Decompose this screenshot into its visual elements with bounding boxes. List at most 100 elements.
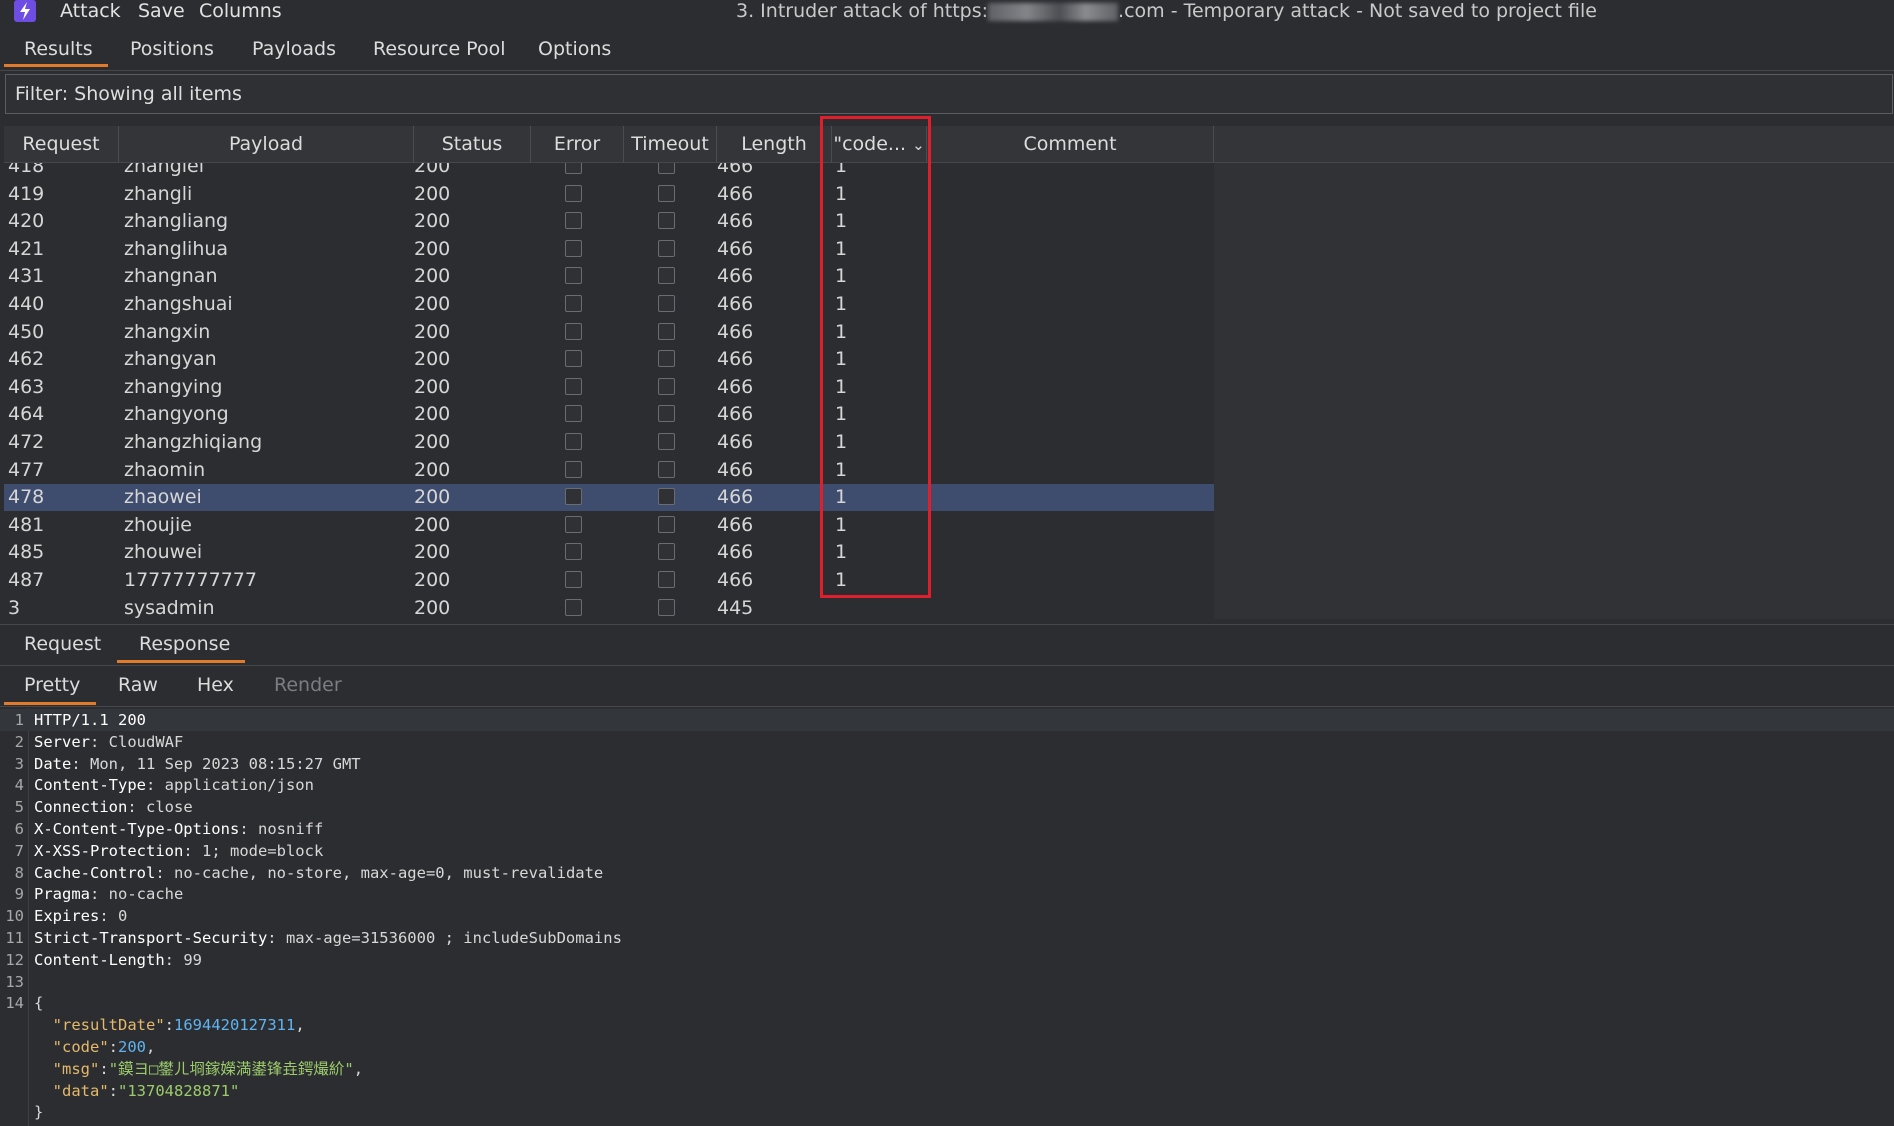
json-value: "13704828871" <box>118 1081 240 1100</box>
table-row[interactable]: 485 zhouwei 200 466 1 <box>4 539 1214 566</box>
timeout-checkbox <box>658 350 675 368</box>
cell-request: 431 <box>8 265 45 288</box>
header-colon: : <box>90 885 100 904</box>
timeout-checkbox <box>658 377 675 395</box>
cell-code: 1 <box>835 163 848 177</box>
line-content: X-Content-Type-Options: nosniff <box>34 818 323 840</box>
table-row[interactable]: 440 zhangshuai 200 466 1 <box>4 291 1214 318</box>
column-header-request[interactable]: Request <box>4 126 119 162</box>
cell-length: 466 <box>717 569 754 591</box>
tab-pretty[interactable]: Pretty <box>24 674 80 696</box>
cell-code: 1 <box>835 293 848 315</box>
table-row[interactable]: 464 zhangyong 200 466 1 <box>4 401 1214 428</box>
cell-code: 1 <box>835 431 848 453</box>
active-message-tab-indicator <box>117 660 245 663</box>
cell-code: 1 <box>835 265 848 288</box>
cell-payload: zhangying <box>124 375 223 398</box>
active-tab-indicator <box>4 64 108 67</box>
error-checkbox <box>565 184 582 202</box>
json-key: "code" <box>52 1038 109 1056</box>
cell-code: 1 <box>835 237 848 260</box>
cell-payload: zhanglihua <box>124 237 229 260</box>
cell-payload: zhangliang <box>124 210 229 233</box>
header-value: application/json <box>155 776 314 795</box>
window-title: 3. Intruder attack of https: .com - Tempo… <box>736 0 1597 22</box>
header-value: close <box>136 798 193 817</box>
tab-hex[interactable]: Hex <box>197 674 234 696</box>
tab-options[interactable]: Options <box>538 38 611 60</box>
cell-request: 472 <box>8 431 45 453</box>
line-content: Expires: 0 <box>34 905 127 927</box>
cell-request: 463 <box>8 375 45 398</box>
table-row[interactable]: 481 zhoujie 200 466 1 <box>4 512 1214 539</box>
column-header-status[interactable]: Status <box>414 126 531 162</box>
column-header-payload[interactable]: Payload <box>119 126 414 162</box>
table-row[interactable]: 3 sysadmin 200 445 <box>4 595 1214 619</box>
timeout-checkbox <box>658 543 675 561</box>
table-row[interactable]: 472 zhangzhiqiang 200 466 1 <box>4 429 1214 456</box>
cell-length: 466 <box>717 486 754 509</box>
tab-positions[interactable]: Positions <box>130 38 214 60</box>
error-checkbox <box>565 322 582 340</box>
main-tabbar: Results Positions Payloads Resource Pool… <box>0 28 1894 71</box>
tab-payloads[interactable]: Payloads <box>252 38 336 60</box>
error-checkbox <box>565 212 582 230</box>
table-row[interactable]: 463 zhangying 200 466 1 <box>4 374 1214 401</box>
tab-raw[interactable]: Raw <box>118 674 158 696</box>
json-brace: { <box>34 994 44 1013</box>
cell-code: 1 <box>835 486 848 509</box>
table-row[interactable]: 431 zhangnan 200 466 1 <box>4 263 1214 290</box>
timeout-checkbox <box>658 488 675 506</box>
code-line: 8 Cache-Control: no-cache, no-store, max-… <box>0 862 1894 884</box>
table-row[interactable]: 477 zhaomin 200 466 1 <box>4 457 1214 484</box>
cell-status: 200 <box>414 431 451 453</box>
line-number: 2 <box>14 732 24 751</box>
menu-save[interactable]: Save <box>138 0 185 22</box>
menubar: Attack Save Columns 3. Intruder attack o… <box>0 0 1894 22</box>
menu-attack[interactable]: Attack <box>60 0 121 22</box>
table-row[interactable]: 462 zhangyan 200 466 1 <box>4 346 1214 373</box>
column-header-error[interactable]: Error <box>531 126 624 162</box>
cell-payload: 17777777777 <box>124 569 257 591</box>
table-row[interactable]: 421 zhanglihua 200 466 1 <box>4 236 1214 263</box>
filter-label: Filter: Showing all items <box>15 83 242 105</box>
table-row[interactable]: 418 zhanglei 200 466 1 <box>4 163 1214 180</box>
cell-code: 1 <box>835 210 848 233</box>
json-key: "data" <box>52 1081 109 1100</box>
error-checkbox <box>565 515 582 533</box>
response-editor[interactable]: 1 HTTP/1.1 200 2 Server: CloudWAF 3 Date: Mon… <box>0 708 1894 1126</box>
header-name: X-Content-Type-Options <box>34 820 240 838</box>
cell-status: 200 <box>414 541 451 564</box>
code-line: } <box>0 1101 1894 1123</box>
tab-resource-pool[interactable]: Resource Pool <box>373 38 505 60</box>
cell-request: 487 <box>8 569 45 591</box>
filter-bar[interactable]: Filter: Showing all items <box>5 74 1893 114</box>
table-row[interactable]: 450 zhangxin 200 466 1 <box>4 319 1214 346</box>
cell-code: 1 <box>835 458 848 481</box>
tab-request[interactable]: Request <box>24 633 101 655</box>
cell-request: 477 <box>8 458 45 481</box>
tab-render: Render <box>274 674 342 696</box>
cell-code: 1 <box>835 348 848 371</box>
error-checkbox <box>565 460 582 478</box>
cell-length: 466 <box>717 163 754 177</box>
table-row[interactable]: 420 zhangliang 200 466 1 <box>4 208 1214 235</box>
cell-status: 200 <box>414 486 451 509</box>
line-number: 7 <box>14 841 24 860</box>
column-header-timeout[interactable]: Timeout <box>624 126 717 162</box>
cell-length: 466 <box>717 431 754 453</box>
table-row[interactable]: 487 17777777777 200 466 1 <box>4 567 1214 594</box>
column-header-length[interactable]: Length <box>717 126 832 162</box>
header-name: X-XSS-Protection <box>34 841 184 860</box>
cell-code: 1 <box>835 403 848 426</box>
tab-response[interactable]: Response <box>139 633 230 655</box>
column-header-code[interactable]: "code... ⌄ <box>832 126 927 162</box>
tab-results[interactable]: Results <box>24 38 93 60</box>
code-line: 9 Pragma: no-cache <box>0 883 1894 905</box>
menu-columns[interactable]: Columns <box>199 0 282 22</box>
timeout-checkbox <box>658 239 675 257</box>
table-row[interactable]: 419 zhangli 200 466 1 <box>4 181 1214 208</box>
column-header-comment[interactable]: Comment <box>927 126 1214 162</box>
header-name: Server <box>34 732 90 751</box>
table-row[interactable]: 478 zhaowei 200 466 1 <box>4 484 1214 512</box>
